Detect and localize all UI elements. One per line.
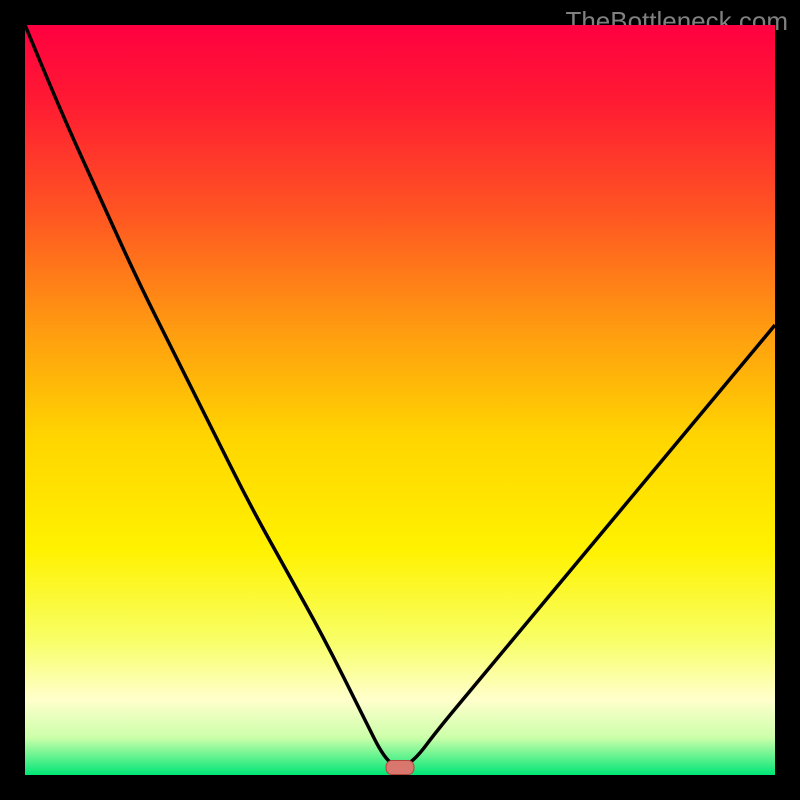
chart-background	[25, 25, 775, 775]
chart-plot-area	[25, 25, 775, 775]
chart-svg	[25, 25, 775, 775]
optimal-marker	[386, 761, 414, 775]
